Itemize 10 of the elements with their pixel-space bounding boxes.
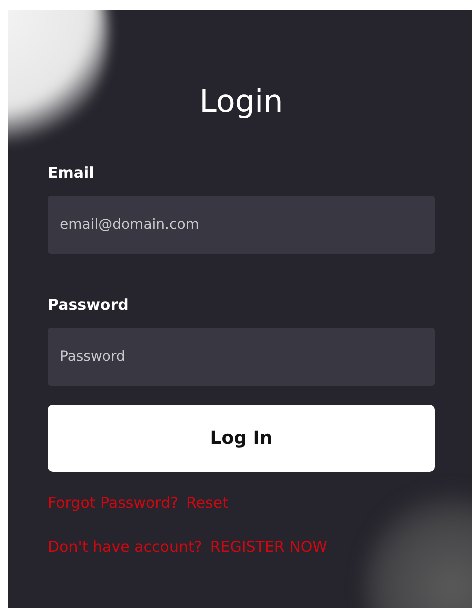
link-prompt: Don't have account? [48, 538, 202, 556]
field-label: Password [48, 296, 129, 314]
input-field[interactable]: Password [48, 328, 435, 386]
field-label: Email [48, 164, 94, 182]
login-button[interactable]: Log In [48, 405, 435, 472]
login-title: Login [198, 83, 284, 122]
link-prompt: Forgot Password? [48, 494, 179, 512]
input-field[interactable]: email@domain.com [48, 196, 435, 254]
action-link[interactable]: REGISTER NOW [210, 538, 328, 556]
action-link[interactable]: Reset [186, 494, 228, 512]
